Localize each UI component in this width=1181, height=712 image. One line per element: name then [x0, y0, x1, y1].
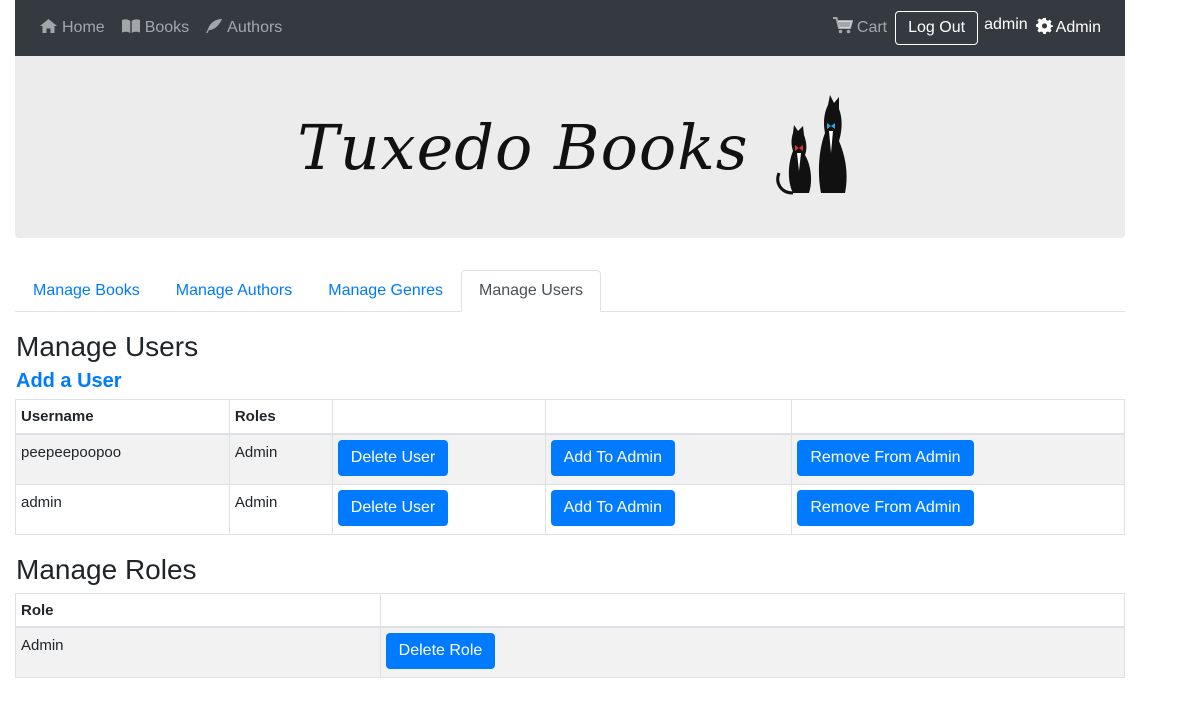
delete-user-button[interactable]: Delete User — [337, 439, 449, 476]
roles-cell: Admin — [228, 483, 333, 535]
banner: Tuxedo Books — [15, 56, 1125, 238]
role-cell: Admin — [15, 626, 381, 678]
empty-column-header — [791, 399, 1125, 435]
table-row: Admin Delete Role — [15, 626, 1126, 678]
remove-from-admin-button[interactable]: Remove From Admin — [797, 439, 974, 476]
gear-icon — [1035, 17, 1056, 39]
nav-cart-link[interactable]: Cart — [832, 17, 888, 39]
feather-icon — [205, 18, 227, 39]
users-table: Username Roles peepeepoopoo Admin Delete… — [15, 399, 1125, 535]
remove-admin-cell: Remove From Admin — [791, 483, 1125, 535]
nav-right: Cart Log Out admin Admin — [832, 11, 1101, 45]
empty-column-header — [544, 399, 793, 435]
delete-role-button[interactable]: Delete Role — [385, 633, 496, 669]
current-username: admin — [984, 16, 1028, 33]
roles-table: Role Admin Delete Role — [15, 592, 1126, 679]
add-admin-cell: Add To Admin — [544, 483, 793, 535]
empty-column-header — [379, 592, 1126, 628]
nav-admin-link[interactable]: Admin — [1035, 17, 1101, 39]
nav-admin-label: Admin — [1055, 19, 1101, 36]
users-table-header: Username Roles — [15, 399, 1125, 435]
logo: Tuxedo Books — [297, 93, 852, 202]
table-row: peepeepoopoo Admin Delete User Add To Ad… — [15, 433, 1125, 485]
nav-authors-label: Authors — [227, 19, 283, 36]
nav-authors-link[interactable]: Authors — [205, 18, 282, 39]
admin-tabs: Manage Books Manage Authors Manage Genre… — [15, 270, 1125, 312]
nav-left: Home Books Authors — [39, 18, 298, 39]
username-cell: admin — [15, 483, 230, 535]
manage-roles-heading: Manage Roles — [16, 553, 197, 585]
tuxedo-cats-icon — [773, 93, 853, 202]
logo-text: Tuxedo Books — [297, 110, 749, 184]
roles-table-header: Role — [15, 592, 1126, 628]
home-icon — [39, 18, 62, 39]
delete-cell: Delete User — [331, 433, 546, 485]
tab-manage-genres[interactable]: Manage Genres — [310, 270, 461, 312]
nav-books-label: Books — [144, 19, 190, 36]
add-admin-cell: Add To Admin — [544, 433, 793, 485]
delete-cell: Delete User — [331, 483, 546, 535]
add-to-admin-button[interactable]: Add To Admin — [550, 439, 675, 476]
manage-users-heading: Manage Users — [16, 331, 199, 362]
book-open-icon — [121, 18, 145, 39]
role-column-header: Role — [15, 592, 381, 628]
delete-user-button[interactable]: Delete User — [337, 489, 449, 526]
remove-admin-cell: Remove From Admin — [791, 433, 1125, 485]
nav-home-link[interactable]: Home — [39, 18, 105, 39]
delete-role-cell: Delete Role — [379, 626, 1126, 678]
remove-from-admin-button[interactable]: Remove From Admin — [797, 489, 974, 526]
shopping-cart-icon — [832, 17, 857, 39]
tab-manage-users[interactable]: Manage Users — [461, 270, 602, 312]
roles-cell: Admin — [228, 433, 333, 485]
username-column-header: Username — [15, 399, 230, 435]
add-to-admin-button[interactable]: Add To Admin — [550, 489, 675, 526]
table-row: admin Admin Delete User Add To Admin Rem… — [15, 483, 1125, 535]
nav-books-link[interactable]: Books — [121, 18, 189, 39]
roles-column-header: Roles — [228, 399, 333, 435]
logout-button[interactable]: Log Out — [895, 11, 979, 45]
username-cell: peepeepoopoo — [15, 433, 230, 485]
nav-cart-label: Cart — [856, 19, 888, 36]
nav-home-label: Home — [62, 19, 105, 36]
navbar: Home Books Authors Cart Log Out admin Ad… — [15, 0, 1125, 56]
tab-manage-authors[interactable]: Manage Authors — [158, 270, 311, 312]
add-user-link[interactable]: Add a User — [16, 370, 122, 393]
tab-manage-books[interactable]: Manage Books — [15, 270, 158, 312]
empty-column-header — [331, 399, 546, 435]
